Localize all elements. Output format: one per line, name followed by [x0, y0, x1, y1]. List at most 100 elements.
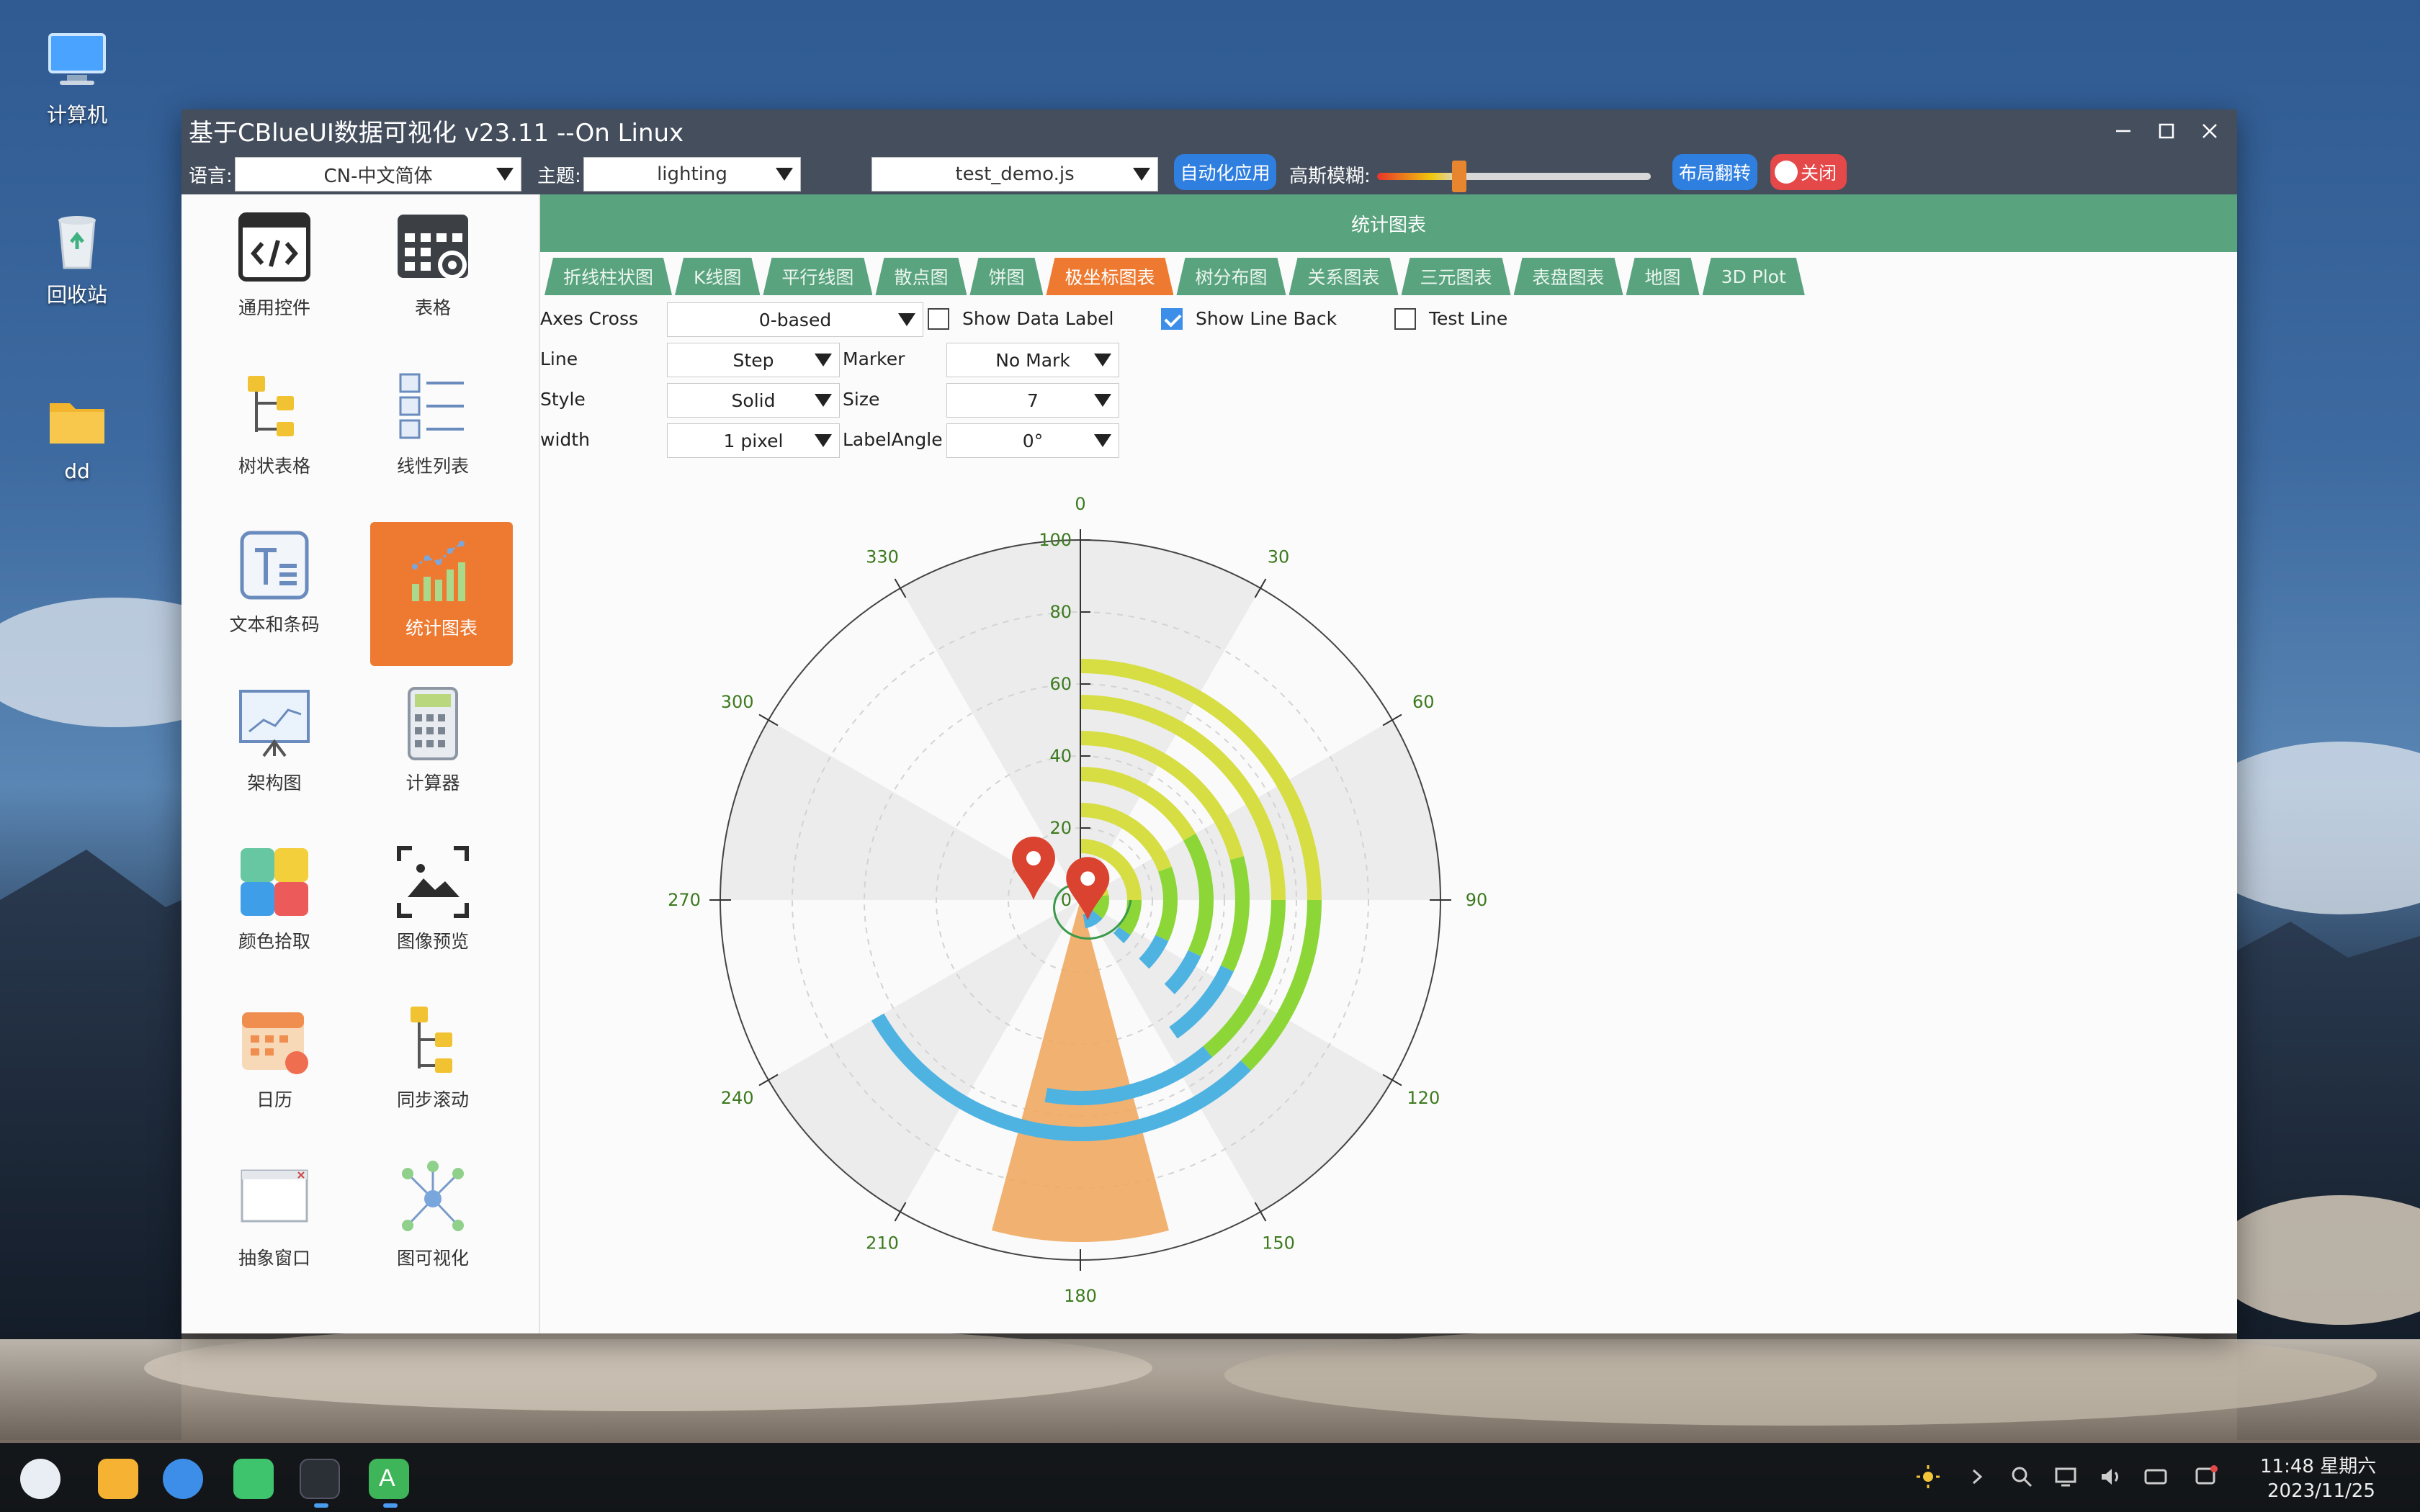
angle-tick-label: 60	[1412, 692, 1435, 712]
radius-tick-label: 60	[1049, 674, 1072, 694]
theme-select[interactable]: lighting	[583, 157, 801, 192]
chevron-down-icon	[776, 168, 793, 181]
size-select[interactable]: 7	[946, 383, 1119, 418]
terminal-icon[interactable]	[300, 1459, 340, 1499]
brightness-icon[interactable]	[1916, 1464, 1940, 1489]
table-gear-icon	[398, 215, 468, 279]
sidebar-item-label: 图可视化	[396, 1248, 469, 1269]
language-select[interactable]: CN-中文简体	[235, 157, 521, 192]
axes-cross-select[interactable]: 0-based	[667, 302, 923, 337]
ring-segment	[1155, 866, 1178, 942]
maximize-icon[interactable]	[2152, 117, 2181, 145]
sidebar-item-label: 日历	[256, 1089, 292, 1110]
graph-icon	[402, 1161, 464, 1231]
chevron-down-icon	[815, 394, 832, 407]
angle-tick-label: 150	[1262, 1233, 1295, 1253]
page-title: 统计图表	[540, 194, 2237, 252]
sidebar-item-image-preview[interactable]: 图像预览	[362, 835, 504, 979]
tab-tree-distribution[interactable]: 树分布图	[1176, 258, 1286, 295]
tab-parallel[interactable]: 平行线图	[763, 258, 872, 295]
map-pin-dot	[1026, 851, 1041, 865]
tab-scatter[interactable]: 散点图	[875, 258, 967, 295]
axes-cross-label: Axes Cross	[540, 308, 639, 329]
sidebar-item-color-picker[interactable]: 颜色拾取	[203, 835, 346, 979]
keyboard-icon[interactable]	[2143, 1464, 2168, 1489]
sidebar-item-calculator[interactable]: 计算器	[362, 677, 504, 821]
sidebar-item-sync-scroll[interactable]: 同步滚动	[362, 994, 504, 1138]
tab-kline[interactable]: K线图	[675, 258, 760, 295]
tab-ternary[interactable]: 三元图表	[1402, 258, 1511, 295]
chevron-down-icon	[815, 434, 832, 447]
mail-icon[interactable]	[233, 1459, 274, 1499]
tab-pie[interactable]: 饼图	[969, 258, 1043, 295]
chevron-down-icon	[1094, 394, 1111, 407]
active-indicator	[383, 1503, 398, 1508]
volume-icon[interactable]	[2099, 1464, 2123, 1489]
sidebar-item-common-controls[interactable]: 通用控件	[203, 202, 346, 346]
layout-flip-button[interactable]: 布局翻转	[1672, 154, 1757, 190]
tree-table-icon	[248, 376, 294, 436]
angle-tick-label: 120	[1407, 1088, 1440, 1108]
sidebar-item-text-barcode[interactable]: 文本和条码	[203, 518, 346, 662]
ring-segment	[1113, 927, 1131, 944]
sidebar-item-graph-viz[interactable]: 图可视化	[362, 1152, 504, 1296]
sidebar-item-abstract-window[interactable]: 抽象窗口	[203, 1152, 346, 1296]
close-toggle[interactable]: 关闭	[1770, 154, 1847, 190]
minimize-icon[interactable]	[2109, 117, 2138, 145]
sidebar-item-linear-list[interactable]: 线性列表	[362, 360, 504, 504]
test-line-checkbox[interactable]	[1394, 308, 1416, 330]
polar-chart[interactable]: 0 30 60 90 120 150 180 210 240 270 300 330 0 20 40 60 80…	[634, 475, 1527, 1325]
angle-tick-label: 180	[1064, 1286, 1097, 1306]
angle-tick-label: 90	[1466, 890, 1488, 910]
launcher-icon[interactable]	[20, 1459, 60, 1499]
notification-icon[interactable]	[2194, 1464, 2218, 1489]
tab-relation[interactable]: 关系图表	[1289, 258, 1399, 295]
blur-slider[interactable]	[1377, 161, 1651, 192]
sidebar-item-tree-table[interactable]: 树状表格	[203, 360, 346, 504]
style-select[interactable]: Solid	[667, 383, 840, 418]
line-select[interactable]: Step	[667, 343, 840, 377]
blur-slider-thumb[interactable]	[1452, 161, 1466, 192]
desktop-computer[interactable]: 计算机	[5, 29, 149, 128]
label-angle-label: LabelAngle	[843, 429, 943, 450]
marker-select[interactable]: No Mark	[946, 343, 1119, 377]
sidebar-item-calendar[interactable]: 日历	[203, 994, 346, 1138]
tab-line-bar[interactable]: 折线柱状图	[544, 258, 672, 295]
image-preview-icon	[397, 846, 469, 918]
sidebar-item-label: 图像预览	[396, 931, 469, 952]
map-pin-dot	[1080, 871, 1095, 886]
tab-3d-plot[interactable]: 3D Plot	[1703, 258, 1805, 295]
auto-apply-button[interactable]: 自动化应用	[1174, 154, 1276, 190]
label-angle-select[interactable]: 0°	[946, 423, 1119, 458]
desktop-folder[interactable]: dd	[5, 389, 149, 483]
show-line-back-checkbox[interactable]	[1161, 308, 1183, 330]
width-value: 1 pixel	[723, 430, 784, 451]
tab-map[interactable]: 地图	[1626, 258, 1700, 295]
app-a-icon[interactable]: A	[369, 1459, 409, 1499]
show-data-label-checkbox[interactable]	[928, 308, 949, 330]
style-label: Style	[540, 389, 586, 410]
sidebar-item-label: 树状表格	[238, 456, 310, 477]
screen-icon[interactable]	[2054, 1464, 2079, 1489]
desktop-icon-label: 计算机	[46, 103, 107, 127]
search-icon[interactable]	[2009, 1464, 2034, 1489]
code-icon	[238, 212, 310, 282]
sidebar-item-table[interactable]: 表格	[362, 202, 504, 346]
tab-polar[interactable]: 极坐标图表	[1046, 258, 1173, 295]
script-select[interactable]: test_demo.js	[871, 157, 1158, 192]
list-icon	[399, 373, 464, 439]
browser-icon[interactable]	[163, 1459, 203, 1499]
script-value: test_demo.js	[955, 163, 1075, 185]
palette-icon	[241, 848, 308, 916]
tab-gauge[interactable]: 表盘图表	[1514, 258, 1623, 295]
chevron-right-icon[interactable]	[1965, 1464, 1989, 1489]
desktop-trash[interactable]: 回收站	[5, 209, 149, 308]
sidebar-item-architecture[interactable]: 架构图	[203, 677, 346, 821]
sidebar-item-statistics-chart[interactable]: 统计图表	[370, 522, 513, 666]
width-select[interactable]: 1 pixel	[667, 423, 840, 458]
sidebar-item-label: 同步滚动	[396, 1089, 469, 1110]
angle-tick-label: 300	[721, 692, 754, 712]
radius-tick-label: 0	[1061, 890, 1072, 910]
files-icon[interactable]	[98, 1459, 138, 1499]
close-icon[interactable]	[2195, 117, 2224, 145]
